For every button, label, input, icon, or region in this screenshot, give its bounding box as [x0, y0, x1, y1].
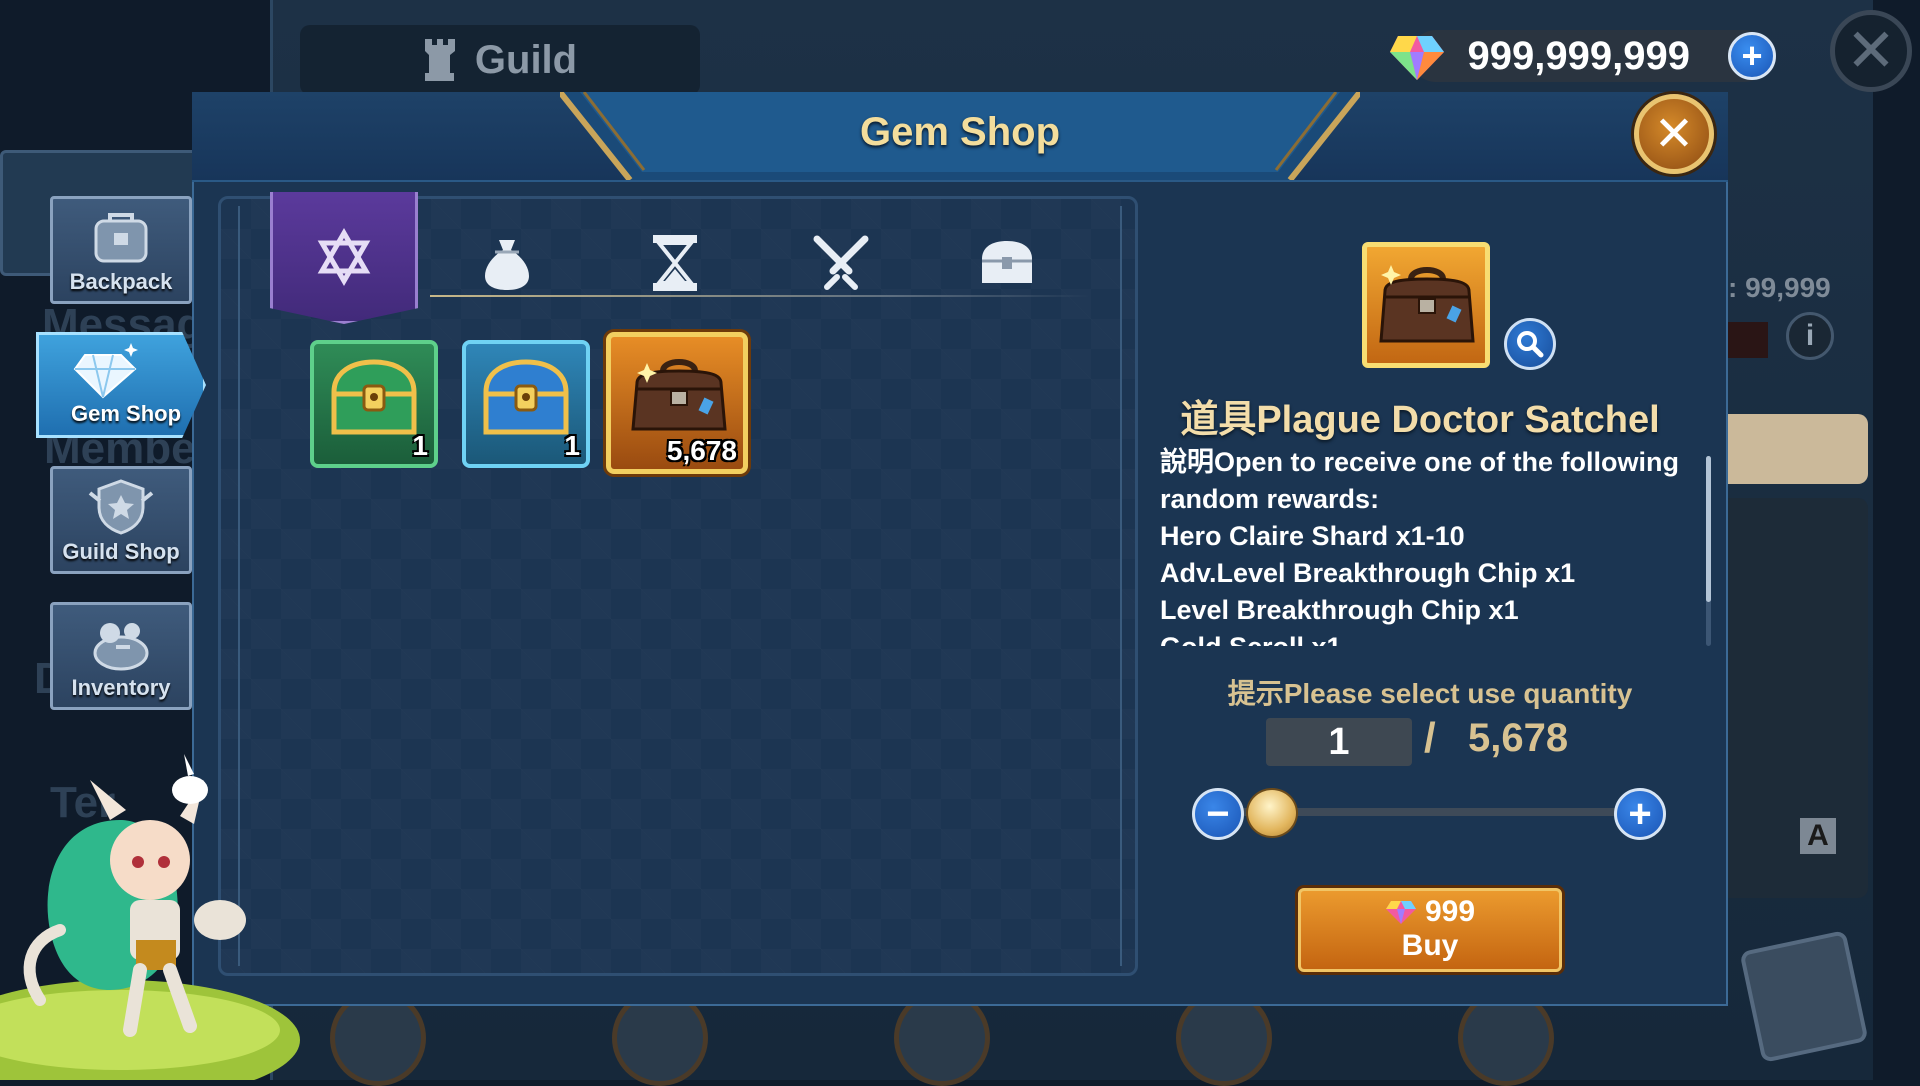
- modal-title: Gem Shop: [859, 110, 1061, 154]
- quantity-field[interactable]: 1: [1266, 718, 1412, 766]
- item-count: 1: [412, 430, 428, 461]
- gem-icon: [1385, 901, 1416, 924]
- description-line: random rewards:: [1160, 484, 1380, 514]
- tab-battle[interactable]: [806, 232, 876, 294]
- selected-item-image: [1362, 242, 1490, 368]
- quantity-separator: /: [1424, 714, 1436, 761]
- item-count: 1: [564, 430, 580, 461]
- nav-label: Backpack: [69, 269, 173, 294]
- outer-close-icon[interactable]: ✕: [1830, 10, 1912, 92]
- tab-pouch[interactable]: [472, 232, 542, 294]
- item-slot-green-chest[interactable]: 1: [310, 340, 438, 468]
- add-gems-button[interactable]: +: [1728, 32, 1776, 80]
- star-of-david-icon: [317, 227, 371, 286]
- guild-tab-label: Guild: [474, 37, 578, 82]
- buy-label: Buy: [1401, 929, 1459, 962]
- buy-price: 999: [1424, 895, 1476, 928]
- description-line: Hero Claire Shard x1-10: [1160, 521, 1465, 551]
- increase-button[interactable]: +: [1614, 788, 1666, 840]
- item-slot-satchel[interactable]: 5,678: [606, 332, 748, 474]
- decrease-button[interactable]: −: [1192, 788, 1244, 840]
- nav-gem-shop[interactable]: Gem Shop: [36, 332, 206, 438]
- quantity-hint: 提示Please select use quantity: [1227, 678, 1633, 709]
- tabs-underline: [430, 295, 1090, 297]
- hourglass-icon: [653, 235, 697, 291]
- item-description[interactable]: 說明Open to receive one of the following r…: [1160, 444, 1700, 646]
- side-dark-panel: [1728, 498, 1868, 898]
- shield-icon: [88, 479, 154, 535]
- slider-handle[interactable]: [1246, 788, 1298, 838]
- mascot-character: [0, 754, 300, 1080]
- item-count: 5,678: [666, 435, 737, 466]
- zoom-button[interactable]: [1504, 318, 1556, 370]
- list-inner-border: [238, 206, 1122, 966]
- a-icon[interactable]: A: [1800, 818, 1836, 854]
- item-name: 道具Plague Doctor Satchel: [1180, 399, 1660, 441]
- close-button[interactable]: ✕: [1634, 94, 1714, 174]
- nav-backpack[interactable]: Backpack: [50, 196, 192, 304]
- tab-chest[interactable]: [972, 232, 1042, 294]
- rook-icon: [423, 37, 457, 83]
- description-line: 說明Open to receive one of the following: [1160, 447, 1680, 477]
- side-bar: [1728, 322, 1768, 358]
- satchel-icon: [1379, 265, 1475, 343]
- side-stat: : 99,999: [1728, 272, 1831, 303]
- guild-tab[interactable]: Guild: [300, 25, 700, 95]
- toolkit-icon: [93, 623, 149, 671]
- buy-button[interactable]: 999 Buy: [1298, 888, 1562, 972]
- magnifier-icon: [1517, 331, 1544, 358]
- description-line: Gold Scroll x1: [1160, 629, 1700, 646]
- gem-balance: 999,999,999: [1410, 30, 1770, 82]
- green-chest-icon: [331, 359, 417, 435]
- clipboard-icon[interactable]: [1739, 930, 1869, 1063]
- description-line: Level Breakthrough Chip x1: [1160, 595, 1519, 625]
- nav-guild-shop[interactable]: Guild Shop: [50, 466, 192, 574]
- description-line: Adv.Level Breakthrough Chip x1: [1160, 558, 1576, 588]
- nav-label: Gem Shop: [71, 401, 182, 426]
- tab-special[interactable]: [270, 192, 418, 324]
- info-icon[interactable]: i: [1786, 312, 1834, 360]
- diamond-icon: [73, 343, 138, 399]
- chest-icon: [982, 241, 1032, 283]
- satchel-icon: [631, 359, 727, 431]
- crossed-swords-icon: [813, 235, 869, 290]
- side-tan-bar: [1728, 414, 1868, 484]
- backpack-icon: [94, 213, 148, 263]
- item-slot-blue-chest[interactable]: 1: [462, 340, 590, 468]
- pouch-icon: [485, 240, 529, 290]
- gem-icon: [1388, 30, 1446, 82]
- tab-hourglass[interactable]: [640, 232, 710, 294]
- nav-label: Inventory: [71, 675, 171, 700]
- blue-chest-icon: [483, 359, 569, 435]
- description-scroll-thumb[interactable]: [1706, 456, 1711, 602]
- quantity-max: 5,678: [1468, 716, 1569, 760]
- buy-price-row: 999: [1385, 897, 1475, 927]
- nav-label: Guild Shop: [62, 539, 180, 564]
- nav-inventory[interactable]: Inventory: [50, 602, 192, 710]
